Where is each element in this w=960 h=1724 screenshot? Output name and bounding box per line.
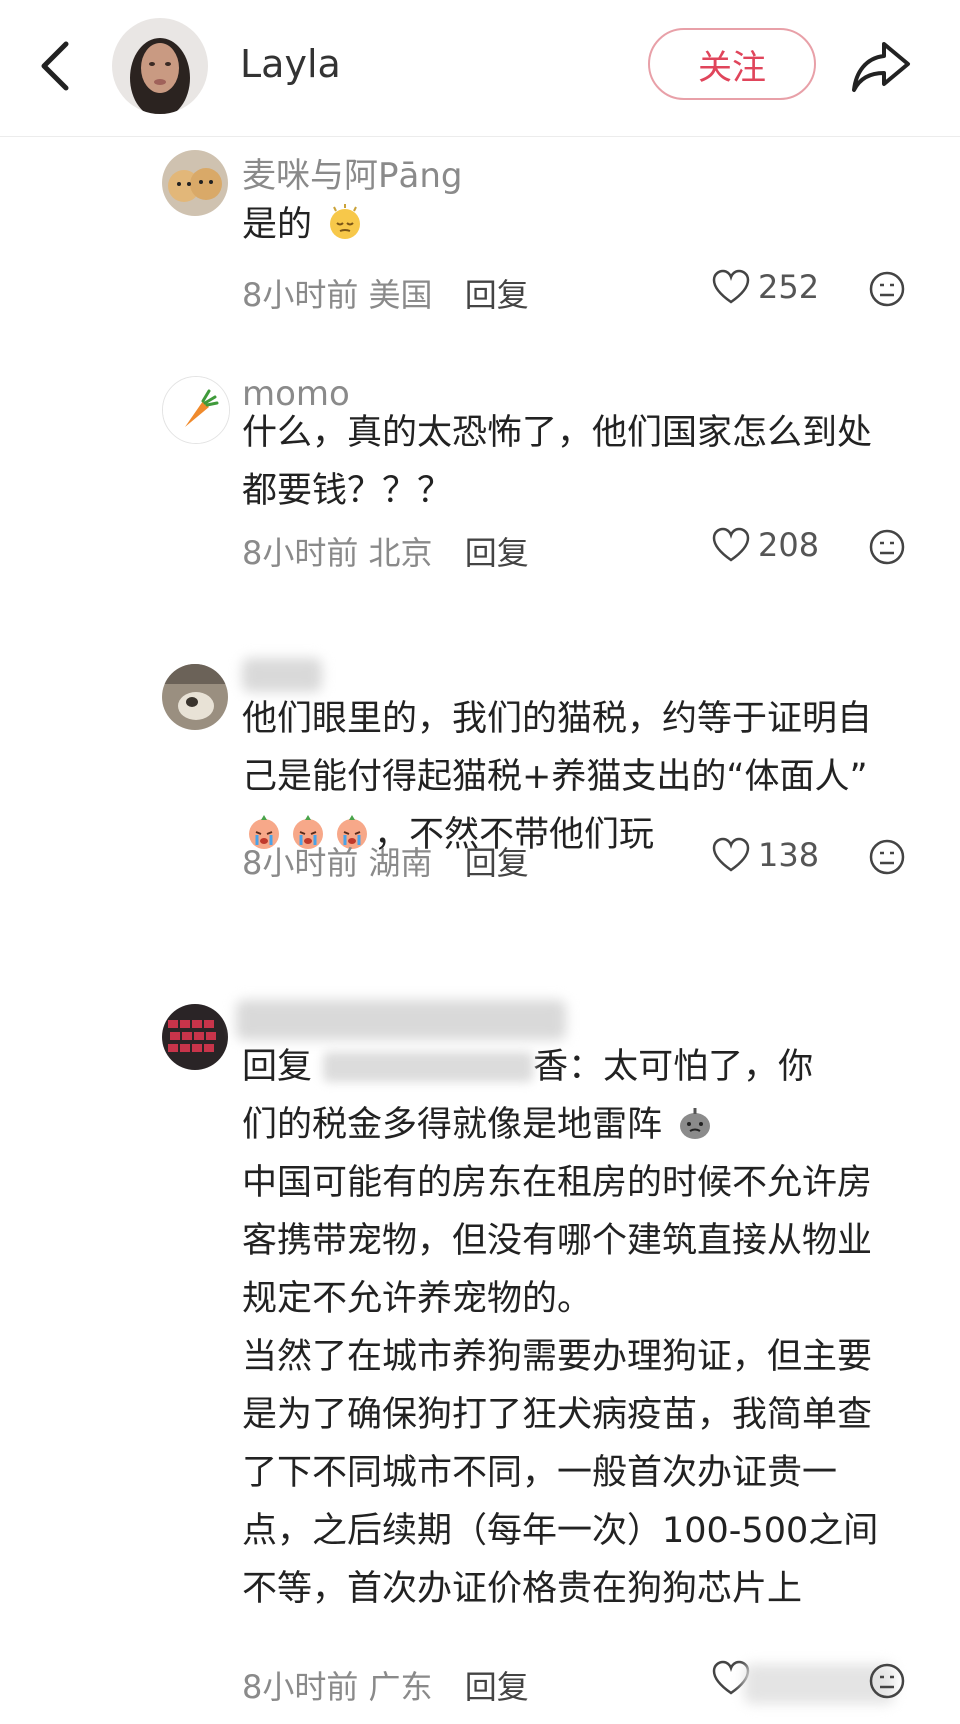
comment-line: 当然了在城市养狗需要办理狗证，但主要 bbox=[242, 1337, 873, 1377]
comment-line: 己是能付得起猫税+养猫支出的“体面人” bbox=[242, 757, 868, 797]
like-count: 138 bbox=[758, 836, 820, 874]
like-button[interactable]: 252 bbox=[712, 268, 819, 306]
comment-item: momo 什么，真的太恐怖了，他们国家怎么到处 都要钱？？？ 8小时前 北京 回… bbox=[0, 346, 960, 636]
heart-icon bbox=[712, 527, 750, 562]
top-bar: Layla 关注 bbox=[0, 0, 960, 137]
comment-text: 是的 bbox=[242, 196, 922, 254]
blurred-reply-target bbox=[323, 1052, 534, 1082]
avatar[interactable] bbox=[162, 150, 228, 216]
comment-line-text: 们的税金多得就像是地雷阵 bbox=[242, 1105, 663, 1145]
comment-meta: 8小时前 美国 回复 bbox=[242, 270, 529, 316]
comment-line: 客携带宠物，但没有哪个建筑直接从物业 bbox=[242, 1221, 873, 1261]
dislike-face-icon[interactable] bbox=[868, 1662, 906, 1700]
reply-target-suffix: 香： bbox=[533, 1047, 604, 1087]
avatar[interactable] bbox=[162, 664, 228, 730]
avatar[interactable] bbox=[162, 1004, 228, 1070]
comment-username[interactable]: 麦咪与阿Pāng bbox=[242, 148, 462, 197]
comment-line-rest: 太可怕了，你 bbox=[603, 1047, 814, 1087]
comment-line: 不等，首次办证价格贵在狗狗芯片上 bbox=[242, 1569, 803, 1609]
share-icon[interactable] bbox=[850, 36, 912, 96]
comment-text: 回复 香：太可怕了，你 们的税金多得就像是地雷阵 中国可能有的房东在租房的时候不… bbox=[242, 1038, 922, 1618]
avatar[interactable] bbox=[162, 376, 230, 444]
dislike-face-icon[interactable] bbox=[868, 838, 906, 876]
blurred-username bbox=[242, 658, 322, 692]
comment-line: 点，之后续期（每年一次）100-500之间 bbox=[242, 1511, 879, 1551]
comment-text-body: 是的 bbox=[242, 205, 313, 245]
like-button[interactable]: 138 bbox=[712, 836, 819, 874]
reply-button[interactable]: 回复 bbox=[465, 1668, 529, 1706]
comment-time: 8小时前 bbox=[242, 276, 359, 314]
comment-time: 8小时前 bbox=[242, 844, 359, 882]
comment-meta: 8小时前 湖南 回复 bbox=[242, 838, 529, 884]
comment-location: 北京 bbox=[368, 534, 433, 572]
comment-line: 回复 香：太可怕了，你 bbox=[242, 1038, 922, 1096]
like-button[interactable]: 208 bbox=[712, 526, 819, 564]
back-arrow-icon[interactable] bbox=[36, 38, 76, 94]
comment-item: 麦咪与阿Pāng 是的 8小时前 美国 回复 252 bbox=[0, 136, 960, 346]
author-name[interactable]: Layla bbox=[240, 42, 341, 86]
blurred-username bbox=[236, 1000, 566, 1040]
heart-icon bbox=[712, 837, 750, 872]
comment-time: 8小时前 bbox=[242, 1668, 359, 1706]
comment-item: 回复 香：太可怕了，你 们的税金多得就像是地雷阵 中国可能有的房东在租房的时候不… bbox=[0, 986, 960, 1724]
comment-line: 了下不同城市不同，一般首次办证贵一 bbox=[242, 1453, 838, 1493]
comment-time: 8小时前 bbox=[242, 534, 359, 572]
comment-line: 规定不允许养宠物的。 bbox=[242, 1279, 593, 1319]
reply-button[interactable]: 回复 bbox=[465, 534, 529, 572]
reply-button[interactable]: 回复 bbox=[465, 276, 529, 314]
comment-line: 他们眼里的，我们的猫税，约等于证明自 bbox=[242, 699, 873, 739]
follow-button[interactable]: 关注 bbox=[648, 28, 816, 100]
comment-text: 什么，真的太恐怖了，他们国家怎么到处 都要钱？？？ bbox=[242, 404, 922, 520]
comment-meta: 8小时前 北京 回复 bbox=[242, 528, 529, 574]
comment-line: 都要钱？？？ bbox=[242, 471, 453, 511]
reply-prefix: 回复 bbox=[242, 1047, 313, 1087]
comment-line: 什么，真的太恐怖了，他们国家怎么到处 bbox=[242, 413, 873, 453]
author-avatar[interactable] bbox=[112, 18, 208, 114]
sleepy-emoji-icon bbox=[330, 204, 361, 239]
comment-location: 美国 bbox=[368, 276, 433, 314]
mine-emoji-icon bbox=[680, 1108, 711, 1139]
like-count: 208 bbox=[758, 526, 820, 564]
comment-location: 广东 bbox=[368, 1668, 433, 1706]
comment-item: 他们眼里的，我们的猫税，约等于证明自 己是能付得起猫税+养猫支出的“体面人” ，… bbox=[0, 636, 960, 986]
comment-meta: 8小时前 广东 回复 bbox=[242, 1662, 529, 1708]
comment-line-with-emoji: 们的税金多得就像是地雷阵 bbox=[242, 1096, 922, 1154]
reply-button[interactable]: 回复 bbox=[465, 844, 529, 882]
dislike-face-icon[interactable] bbox=[868, 528, 906, 566]
comment-line: 是为了确保狗打了狂犬病疫苗，我简单查 bbox=[242, 1395, 873, 1435]
heart-icon bbox=[712, 269, 750, 304]
comment-location: 湖南 bbox=[368, 844, 433, 882]
dislike-face-icon[interactable] bbox=[868, 270, 906, 308]
comment-line: 中国可能有的房东在租房的时候不允许房 bbox=[242, 1163, 873, 1203]
like-count: 252 bbox=[758, 268, 820, 306]
